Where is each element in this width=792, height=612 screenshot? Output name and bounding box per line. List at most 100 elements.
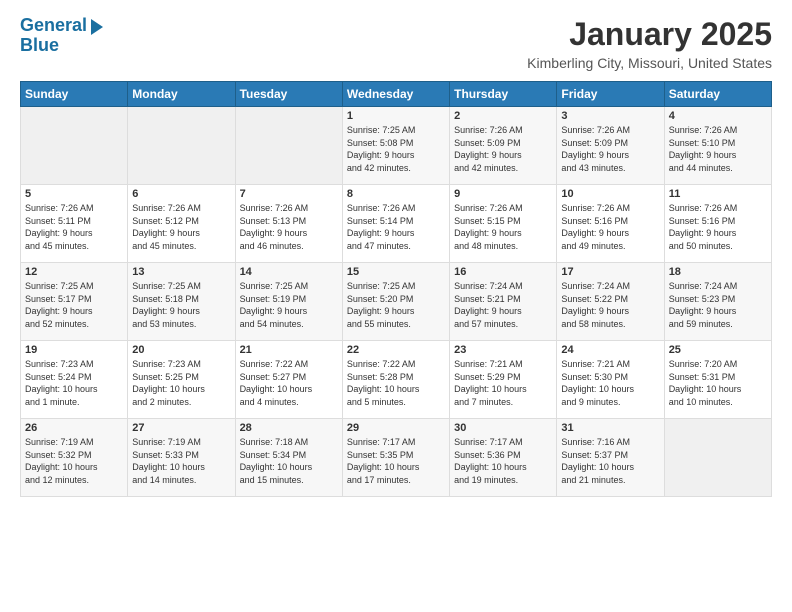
day-number: 31 — [561, 422, 659, 434]
day-info: Sunrise: 7:17 AMSunset: 5:36 PMDaylight:… — [454, 436, 552, 486]
calendar-cell — [664, 419, 771, 497]
calendar-cell: 15 Sunrise: 7:25 AMSunset: 5:20 PMDayligh… — [342, 263, 449, 341]
header-monday: Monday — [128, 82, 235, 107]
day-info: Sunrise: 7:26 AMSunset: 5:16 PMDaylight:… — [669, 202, 767, 252]
calendar-cell: 23 Sunrise: 7:21 AMSunset: 5:29 PMDayligh… — [450, 341, 557, 419]
calendar-cell: 8Sunrise: 7:26 AMSunset: 5:14 PMDaylight… — [342, 185, 449, 263]
calendar-cell: 24 Sunrise: 7:21 AMSunset: 5:30 PMDayligh… — [557, 341, 664, 419]
calendar-cell: 27Sunrise: 7:19 AMSunset: 5:33 PMDayligh… — [128, 419, 235, 497]
calendar-header-row: SundayMondayTuesdayWednesdayThursdayFrid… — [21, 82, 772, 107]
day-number: 29 — [347, 422, 445, 434]
calendar-cell: 9 Sunrise: 7:26 AMSunset: 5:15 PMDaylight… — [450, 185, 557, 263]
calendar-cell: 13 Sunrise: 7:25 AMSunset: 5:18 PMDayligh… — [128, 263, 235, 341]
day-number: 11 — [669, 188, 767, 200]
day-info: Sunrise: 7:21 AMSunset: 5:30 PMDaylight:… — [561, 358, 659, 408]
day-info: Sunrise: 7:26 AMSunset: 5:15 PMDaylight:… — [454, 202, 552, 252]
header-tuesday: Tuesday — [235, 82, 342, 107]
day-number: 23 — [454, 344, 552, 356]
day-info: Sunrise: 7:26 AMSunset: 5:09 PMDaylight:… — [561, 124, 659, 174]
calendar-cell: 14 Sunrise: 7:25 AMSunset: 5:19 PMDayligh… — [235, 263, 342, 341]
calendar-cell: 19Sunrise: 7:23 AMSunset: 5:24 PMDayligh… — [21, 341, 128, 419]
day-number: 7 — [240, 188, 338, 200]
day-info: Sunrise: 7:18 AMSunset: 5:34 PMDaylight:… — [240, 436, 338, 486]
page-header: General Blue January 2025 Kimberling Cit… — [20, 16, 772, 71]
calendar-cell: 1Sunrise: 7:25 AMSunset: 5:08 PMDaylight… — [342, 107, 449, 185]
day-info: Sunrise: 7:19 AMSunset: 5:33 PMDaylight:… — [132, 436, 230, 486]
calendar-cell: 11 Sunrise: 7:26 AMSunset: 5:16 PMDayligh… — [664, 185, 771, 263]
calendar-cell: 18 Sunrise: 7:24 AMSunset: 5:23 PMDayligh… — [664, 263, 771, 341]
calendar-cell: 3 Sunrise: 7:26 AMSunset: 5:09 PMDaylight… — [557, 107, 664, 185]
day-info: Sunrise: 7:26 AMSunset: 5:11 PMDaylight:… — [25, 202, 123, 252]
day-info: Sunrise: 7:26 AMSunset: 5:13 PMDaylight:… — [240, 202, 338, 252]
day-info: Sunrise: 7:19 AMSunset: 5:32 PMDaylight:… — [25, 436, 123, 486]
calendar-cell — [128, 107, 235, 185]
calendar-cell: 12 Sunrise: 7:25 AMSunset: 5:17 PMDayligh… — [21, 263, 128, 341]
day-number: 4 — [669, 110, 767, 122]
day-number: 13 — [132, 266, 230, 278]
day-number: 12 — [25, 266, 123, 278]
day-info: Sunrise: 7:21 AMSunset: 5:29 PMDaylight:… — [454, 358, 552, 408]
day-number: 24 — [561, 344, 659, 356]
day-number: 30 — [454, 422, 552, 434]
logo: General Blue — [20, 16, 103, 56]
day-number: 25 — [669, 344, 767, 356]
day-info: Sunrise: 7:25 AMSunset: 5:19 PMDaylight:… — [240, 280, 338, 330]
day-info: Sunrise: 7:24 AMSunset: 5:21 PMDaylight:… — [454, 280, 552, 330]
day-number: 17 — [561, 266, 659, 278]
calendar-cell: 4Sunrise: 7:26 AMSunset: 5:10 PMDaylight… — [664, 107, 771, 185]
day-number: 22 — [347, 344, 445, 356]
month-title: January 2025 — [527, 16, 772, 53]
calendar-cell: 16Sunrise: 7:24 AMSunset: 5:21 PMDayligh… — [450, 263, 557, 341]
calendar-cell: 21Sunrise: 7:22 AMSunset: 5:27 PMDayligh… — [235, 341, 342, 419]
calendar-week-2: 5Sunrise: 7:26 AMSunset: 5:11 PMDaylight… — [21, 185, 772, 263]
day-number: 9 — [454, 188, 552, 200]
header-sunday: Sunday — [21, 82, 128, 107]
calendar-cell: 29Sunrise: 7:17 AMSunset: 5:35 PMDayligh… — [342, 419, 449, 497]
day-info: Sunrise: 7:23 AMSunset: 5:24 PMDaylight:… — [25, 358, 123, 408]
day-number: 20 — [132, 344, 230, 356]
day-number: 18 — [669, 266, 767, 278]
day-info: Sunrise: 7:25 AMSunset: 5:17 PMDaylight:… — [25, 280, 123, 330]
day-info: Sunrise: 7:24 AMSunset: 5:23 PMDaylight:… — [669, 280, 767, 330]
day-info: Sunrise: 7:25 AMSunset: 5:20 PMDaylight:… — [347, 280, 445, 330]
title-section: January 2025 Kimberling City, Missouri, … — [527, 16, 772, 71]
logo-arrow-icon — [91, 19, 103, 35]
day-number: 15 — [347, 266, 445, 278]
calendar-cell: 26 Sunrise: 7:19 AMSunset: 5:32 PMDayligh… — [21, 419, 128, 497]
calendar-week-1: 1Sunrise: 7:25 AMSunset: 5:08 PMDaylight… — [21, 107, 772, 185]
calendar-cell: 20 Sunrise: 7:23 AMSunset: 5:25 PMDayligh… — [128, 341, 235, 419]
day-number: 10 — [561, 188, 659, 200]
header-wednesday: Wednesday — [342, 82, 449, 107]
location-subtitle: Kimberling City, Missouri, United States — [527, 55, 772, 71]
day-info: Sunrise: 7:20 AMSunset: 5:31 PMDaylight:… — [669, 358, 767, 408]
day-info: Sunrise: 7:26 AMSunset: 5:09 PMDaylight:… — [454, 124, 552, 174]
calendar-cell: 6 Sunrise: 7:26 AMSunset: 5:12 PMDaylight… — [128, 185, 235, 263]
calendar-cell: 5Sunrise: 7:26 AMSunset: 5:11 PMDaylight… — [21, 185, 128, 263]
calendar-week-4: 19Sunrise: 7:23 AMSunset: 5:24 PMDayligh… — [21, 341, 772, 419]
calendar-cell: 7 Sunrise: 7:26 AMSunset: 5:13 PMDaylight… — [235, 185, 342, 263]
day-number: 8 — [347, 188, 445, 200]
day-number: 6 — [132, 188, 230, 200]
calendar-cell: 10Sunrise: 7:26 AMSunset: 5:16 PMDayligh… — [557, 185, 664, 263]
calendar-cell: 31 Sunrise: 7:16 AMSunset: 5:37 PMDayligh… — [557, 419, 664, 497]
day-number: 26 — [25, 422, 123, 434]
header-friday: Friday — [557, 82, 664, 107]
header-thursday: Thursday — [450, 82, 557, 107]
calendar-cell: 28 Sunrise: 7:18 AMSunset: 5:34 PMDayligh… — [235, 419, 342, 497]
calendar-week-5: 26 Sunrise: 7:19 AMSunset: 5:32 PMDayligh… — [21, 419, 772, 497]
calendar-cell: 17Sunrise: 7:24 AMSunset: 5:22 PMDayligh… — [557, 263, 664, 341]
day-info: Sunrise: 7:25 AMSunset: 5:18 PMDaylight:… — [132, 280, 230, 330]
logo-blue-text: Blue — [20, 36, 59, 56]
day-number: 1 — [347, 110, 445, 122]
day-info: Sunrise: 7:22 AMSunset: 5:28 PMDaylight:… — [347, 358, 445, 408]
day-number: 2 — [454, 110, 552, 122]
day-number: 3 — [561, 110, 659, 122]
day-info: Sunrise: 7:23 AMSunset: 5:25 PMDaylight:… — [132, 358, 230, 408]
day-info: Sunrise: 7:16 AMSunset: 5:37 PMDaylight:… — [561, 436, 659, 486]
day-info: Sunrise: 7:26 AMSunset: 5:12 PMDaylight:… — [132, 202, 230, 252]
day-number: 14 — [240, 266, 338, 278]
logo-text: General — [20, 16, 87, 36]
day-number: 28 — [240, 422, 338, 434]
header-saturday: Saturday — [664, 82, 771, 107]
day-info: Sunrise: 7:22 AMSunset: 5:27 PMDaylight:… — [240, 358, 338, 408]
